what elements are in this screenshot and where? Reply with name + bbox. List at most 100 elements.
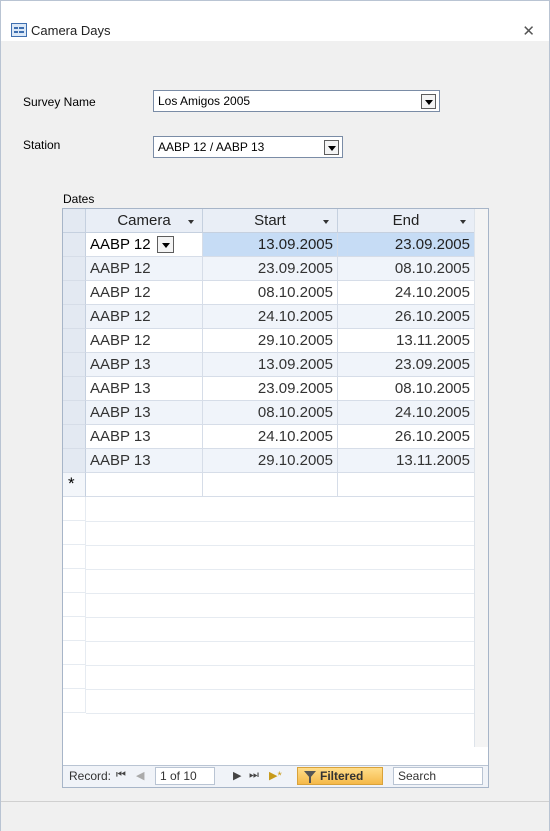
end-cell[interactable]: 13.11.2005 bbox=[338, 449, 475, 473]
vertical-scrollbar[interactable] bbox=[474, 209, 488, 747]
form-window: Camera Days ✕ Survey Name Los Amigos 200… bbox=[0, 0, 550, 831]
camera-cell[interactable]: AABP 13 bbox=[86, 401, 203, 425]
start-cell[interactable]: 08.10.2005 bbox=[203, 281, 338, 305]
grid-line bbox=[63, 665, 86, 689]
column-header-camera[interactable]: Camera bbox=[86, 209, 203, 233]
grid-line bbox=[86, 665, 475, 666]
dates-datasheet: Camera Start End AABP 12 13.09.2005 23.09.… bbox=[62, 208, 489, 788]
table-row[interactable]: AABP 12 29.10.2005 13.11.2005 bbox=[63, 329, 475, 353]
start-cell[interactable]: 08.10.2005 bbox=[203, 401, 338, 425]
form-body: Survey Name Los Amigos 2005 Station AABP… bbox=[1, 41, 549, 801]
camera-cell[interactable]: AABP 12 bbox=[86, 305, 203, 329]
filtered-toggle-button[interactable]: Filtered bbox=[297, 767, 383, 785]
current-record-input[interactable]: 1 of 10 bbox=[155, 767, 215, 785]
new-record-marker: * bbox=[68, 474, 75, 493]
station-combo[interactable]: AABP 12 / AABP 13 bbox=[153, 136, 343, 158]
camera-cell[interactable]: AABP 12 bbox=[86, 233, 203, 257]
grid-line bbox=[86, 689, 475, 690]
grid-line bbox=[86, 545, 475, 546]
camera-cell[interactable]: AABP 12 bbox=[86, 257, 203, 281]
chevron-down-icon[interactable] bbox=[157, 236, 174, 253]
start-cell[interactable]: 24.10.2005 bbox=[203, 305, 338, 329]
end-cell[interactable]: 23.09.2005 bbox=[338, 233, 475, 257]
grid-line bbox=[86, 641, 475, 642]
survey-name-label: Survey Name bbox=[23, 95, 96, 109]
end-cell[interactable]: 24.10.2005 bbox=[338, 401, 475, 425]
grid-line bbox=[63, 569, 86, 593]
table-row[interactable]: AABP 13 13.09.2005 23.09.2005 bbox=[63, 353, 475, 377]
next-record-icon[interactable]: ▶ bbox=[233, 769, 241, 782]
empty-cell[interactable] bbox=[338, 473, 475, 497]
grid-line bbox=[63, 497, 86, 521]
table-row[interactable]: AABP 12 23.09.2005 08.10.2005 bbox=[63, 257, 475, 281]
first-record-icon[interactable]: ⏮ bbox=[116, 769, 126, 782]
title-bar: Camera Days ✕ bbox=[1, 1, 549, 41]
camera-cell[interactable]: AABP 12 bbox=[86, 329, 203, 353]
column-header-end[interactable]: End bbox=[338, 209, 475, 233]
select-all-corner[interactable] bbox=[63, 209, 86, 233]
end-cell[interactable]: 13.11.2005 bbox=[338, 329, 475, 353]
grid-line bbox=[63, 593, 86, 617]
grid-line bbox=[63, 689, 86, 713]
new-record-row[interactable]: * bbox=[63, 473, 475, 497]
table-row[interactable]: AABP 13 23.09.2005 08.10.2005 bbox=[63, 377, 475, 401]
sort-dropdown-icon[interactable] bbox=[460, 220, 466, 224]
grid-line bbox=[86, 593, 475, 594]
start-cell[interactable]: 29.10.2005 bbox=[203, 329, 338, 353]
survey-name-value: Los Amigos 2005 bbox=[158, 94, 251, 108]
start-cell[interactable]: 13.09.2005 bbox=[203, 353, 338, 377]
record-label: Record: bbox=[69, 769, 112, 783]
station-label: Station bbox=[23, 138, 61, 152]
end-cell[interactable]: 26.10.2005 bbox=[338, 425, 475, 449]
chevron-down-icon[interactable] bbox=[421, 94, 436, 109]
end-cell[interactable]: 08.10.2005 bbox=[338, 257, 475, 281]
end-cell[interactable]: 26.10.2005 bbox=[338, 305, 475, 329]
start-cell[interactable]: 13.09.2005 bbox=[203, 233, 338, 257]
grid-line bbox=[63, 641, 86, 665]
end-cell[interactable]: 24.10.2005 bbox=[338, 281, 475, 305]
start-cell[interactable]: 23.09.2005 bbox=[203, 257, 338, 281]
camera-cell[interactable]: AABP 13 bbox=[86, 377, 203, 401]
table-row[interactable]: AABP 13 24.10.2005 26.10.2005 bbox=[63, 425, 475, 449]
sort-dropdown-icon[interactable] bbox=[188, 220, 194, 224]
start-cell[interactable]: 23.09.2005 bbox=[203, 377, 338, 401]
grid-line bbox=[63, 617, 86, 641]
datasheet-body: Camera Start End AABP 12 13.09.2005 23.09.… bbox=[63, 209, 475, 747]
previous-record-icon[interactable]: ◀ bbox=[136, 769, 144, 782]
camera-cell[interactable]: AABP 13 bbox=[86, 425, 203, 449]
grid-line bbox=[86, 569, 475, 570]
close-icon[interactable]: ✕ bbox=[522, 22, 535, 40]
table-row[interactable]: AABP 12 08.10.2005 24.10.2005 bbox=[63, 281, 475, 305]
sort-dropdown-icon[interactable] bbox=[323, 220, 329, 224]
end-cell[interactable]: 08.10.2005 bbox=[338, 377, 475, 401]
last-record-icon[interactable]: ⏭ bbox=[249, 769, 259, 782]
camera-cell[interactable]: AABP 13 bbox=[86, 449, 203, 473]
record-navigation-bar: Record: ⏮ ◀ 1 of 10 ▶ ⏭ ▶* Filtered Sear… bbox=[63, 765, 488, 787]
grid-line bbox=[63, 545, 86, 569]
end-cell[interactable]: 23.09.2005 bbox=[338, 353, 475, 377]
column-header-start[interactable]: Start bbox=[203, 209, 338, 233]
window-title: Camera Days bbox=[31, 23, 111, 38]
table-row[interactable]: AABP 12 24.10.2005 26.10.2005 bbox=[63, 305, 475, 329]
funnel-icon bbox=[304, 771, 316, 783]
empty-cell[interactable] bbox=[86, 473, 203, 497]
table-row[interactable]: AABP 13 08.10.2005 24.10.2005 bbox=[63, 401, 475, 425]
form-icon bbox=[11, 23, 27, 37]
start-cell[interactable]: 24.10.2005 bbox=[203, 425, 338, 449]
station-value: AABP 12 / AABP 13 bbox=[158, 140, 265, 154]
grid-line bbox=[63, 521, 86, 545]
empty-cell[interactable] bbox=[203, 473, 338, 497]
chevron-down-icon[interactable] bbox=[324, 140, 339, 155]
table-row[interactable]: AABP 13 29.10.2005 13.11.2005 bbox=[63, 449, 475, 473]
start-cell[interactable]: 29.10.2005 bbox=[203, 449, 338, 473]
search-input[interactable]: Search bbox=[393, 767, 483, 785]
grid-line bbox=[86, 713, 475, 714]
camera-cell[interactable]: AABP 13 bbox=[86, 353, 203, 377]
table-row[interactable]: AABP 12 13.09.2005 23.09.2005 bbox=[63, 233, 475, 257]
camera-cell[interactable]: AABP 12 bbox=[86, 281, 203, 305]
new-record-icon[interactable]: ▶* bbox=[269, 769, 282, 782]
survey-name-combo[interactable]: Los Amigos 2005 bbox=[153, 90, 440, 112]
grid-line bbox=[86, 521, 475, 522]
form-footer bbox=[1, 801, 549, 831]
dates-label: Dates bbox=[63, 192, 95, 206]
